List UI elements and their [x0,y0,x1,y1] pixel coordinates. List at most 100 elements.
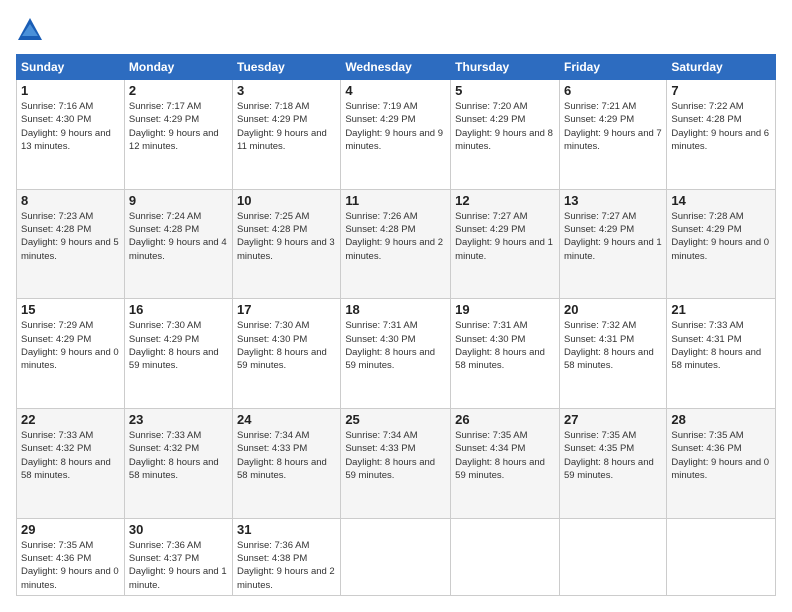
sunset-label: Sunset: 4:30 PM [237,334,307,345]
sunset-label: Sunset: 4:29 PM [455,114,525,125]
day-info: Sunrise: 7:30 AM Sunset: 4:29 PM Dayligh… [129,319,228,372]
week-row-3: 15 Sunrise: 7:29 AM Sunset: 4:29 PM Dayl… [17,299,776,409]
week-row-5: 29 Sunrise: 7:35 AM Sunset: 4:36 PM Dayl… [17,518,776,595]
day-info: Sunrise: 7:33 AM Sunset: 4:32 PM Dayligh… [21,429,120,482]
sunrise-label: Sunrise: 7:35 AM [564,430,636,441]
sunrise-label: Sunrise: 7:33 AM [671,320,743,331]
day-info: Sunrise: 7:23 AM Sunset: 4:28 PM Dayligh… [21,210,120,263]
day-info: Sunrise: 7:34 AM Sunset: 4:33 PM Dayligh… [345,429,446,482]
calendar-cell: 22 Sunrise: 7:33 AM Sunset: 4:32 PM Dayl… [17,409,125,519]
day-info: Sunrise: 7:35 AM Sunset: 4:34 PM Dayligh… [455,429,555,482]
day-number: 31 [237,522,336,537]
day-number: 14 [671,193,771,208]
day-info: Sunrise: 7:35 AM Sunset: 4:35 PM Dayligh… [564,429,662,482]
day-info: Sunrise: 7:27 AM Sunset: 4:29 PM Dayligh… [455,210,555,263]
day-number: 5 [455,83,555,98]
calendar-cell: 5 Sunrise: 7:20 AM Sunset: 4:29 PM Dayli… [451,80,560,190]
day-number: 10 [237,193,336,208]
sunset-label: Sunset: 4:29 PM [671,224,741,235]
sunset-label: Sunset: 4:29 PM [129,334,199,345]
day-info: Sunrise: 7:34 AM Sunset: 4:33 PM Dayligh… [237,429,336,482]
daylight-label: Daylight: 8 hours and 58 minutes. [671,347,761,371]
week-row-2: 8 Sunrise: 7:23 AM Sunset: 4:28 PM Dayli… [17,189,776,299]
daylight-label: Daylight: 9 hours and 0 minutes. [21,347,119,371]
sunrise-label: Sunrise: 7:27 AM [455,211,527,222]
daylight-label: Daylight: 9 hours and 1 minute. [129,566,227,590]
sunset-label: Sunset: 4:29 PM [345,114,415,125]
calendar-cell: 1 Sunrise: 7:16 AM Sunset: 4:30 PM Dayli… [17,80,125,190]
day-info: Sunrise: 7:22 AM Sunset: 4:28 PM Dayligh… [671,100,771,153]
day-info: Sunrise: 7:27 AM Sunset: 4:29 PM Dayligh… [564,210,662,263]
daylight-label: Daylight: 8 hours and 58 minutes. [21,457,111,481]
daylight-label: Daylight: 9 hours and 4 minutes. [129,237,227,261]
col-wednesday: Wednesday [341,55,451,80]
day-info: Sunrise: 7:19 AM Sunset: 4:29 PM Dayligh… [345,100,446,153]
logo-icon [16,16,44,44]
sunset-label: Sunset: 4:34 PM [455,443,525,454]
sunrise-label: Sunrise: 7:20 AM [455,101,527,112]
sunrise-label: Sunrise: 7:17 AM [129,101,201,112]
day-number: 28 [671,412,771,427]
sunset-label: Sunset: 4:31 PM [564,334,634,345]
day-number: 27 [564,412,662,427]
daylight-label: Daylight: 9 hours and 1 minute. [455,237,553,261]
calendar-cell: 31 Sunrise: 7:36 AM Sunset: 4:38 PM Dayl… [233,518,341,595]
sunset-label: Sunset: 4:28 PM [129,224,199,235]
day-number: 15 [21,302,120,317]
calendar-cell: 18 Sunrise: 7:31 AM Sunset: 4:30 PM Dayl… [341,299,451,409]
daylight-label: Daylight: 9 hours and 7 minutes. [564,128,662,152]
calendar-cell: 7 Sunrise: 7:22 AM Sunset: 4:28 PM Dayli… [667,80,776,190]
day-number: 16 [129,302,228,317]
calendar-cell: 17 Sunrise: 7:30 AM Sunset: 4:30 PM Dayl… [233,299,341,409]
sunrise-label: Sunrise: 7:35 AM [671,430,743,441]
sunset-label: Sunset: 4:29 PM [564,224,634,235]
sunrise-label: Sunrise: 7:33 AM [129,430,201,441]
calendar-cell: 13 Sunrise: 7:27 AM Sunset: 4:29 PM Dayl… [559,189,666,299]
calendar-cell: 19 Sunrise: 7:31 AM Sunset: 4:30 PM Dayl… [451,299,560,409]
day-info: Sunrise: 7:25 AM Sunset: 4:28 PM Dayligh… [237,210,336,263]
sunset-label: Sunset: 4:29 PM [129,114,199,125]
day-number: 22 [21,412,120,427]
header [16,16,776,44]
day-info: Sunrise: 7:30 AM Sunset: 4:30 PM Dayligh… [237,319,336,372]
calendar-cell: 4 Sunrise: 7:19 AM Sunset: 4:29 PM Dayli… [341,80,451,190]
sunset-label: Sunset: 4:28 PM [237,224,307,235]
day-number: 7 [671,83,771,98]
daylight-label: Daylight: 9 hours and 12 minutes. [129,128,219,152]
calendar-cell: 30 Sunrise: 7:36 AM Sunset: 4:37 PM Dayl… [124,518,232,595]
sunrise-label: Sunrise: 7:21 AM [564,101,636,112]
day-info: Sunrise: 7:18 AM Sunset: 4:29 PM Dayligh… [237,100,336,153]
day-info: Sunrise: 7:35 AM Sunset: 4:36 PM Dayligh… [671,429,771,482]
day-number: 20 [564,302,662,317]
calendar-cell: 16 Sunrise: 7:30 AM Sunset: 4:29 PM Dayl… [124,299,232,409]
calendar-cell: 28 Sunrise: 7:35 AM Sunset: 4:36 PM Dayl… [667,409,776,519]
day-number: 23 [129,412,228,427]
day-info: Sunrise: 7:28 AM Sunset: 4:29 PM Dayligh… [671,210,771,263]
day-number: 18 [345,302,446,317]
week-row-4: 22 Sunrise: 7:33 AM Sunset: 4:32 PM Dayl… [17,409,776,519]
day-number: 8 [21,193,120,208]
calendar-cell: 6 Sunrise: 7:21 AM Sunset: 4:29 PM Dayli… [559,80,666,190]
sunrise-label: Sunrise: 7:35 AM [21,540,93,551]
day-number: 13 [564,193,662,208]
daylight-label: Daylight: 9 hours and 9 minutes. [345,128,443,152]
sunrise-label: Sunrise: 7:35 AM [455,430,527,441]
sunset-label: Sunset: 4:32 PM [21,443,91,454]
sunrise-label: Sunrise: 7:31 AM [345,320,417,331]
sunrise-label: Sunrise: 7:30 AM [129,320,201,331]
calendar-table: Sunday Monday Tuesday Wednesday Thursday… [16,54,776,596]
daylight-label: Daylight: 8 hours and 59 minutes. [345,347,435,371]
sunset-label: Sunset: 4:33 PM [345,443,415,454]
day-number: 21 [671,302,771,317]
col-saturday: Saturday [667,55,776,80]
sunset-label: Sunset: 4:30 PM [21,114,91,125]
day-info: Sunrise: 7:26 AM Sunset: 4:28 PM Dayligh… [345,210,446,263]
sunrise-label: Sunrise: 7:18 AM [237,101,309,112]
daylight-label: Daylight: 9 hours and 0 minutes. [21,566,119,590]
sunset-label: Sunset: 4:29 PM [564,114,634,125]
day-info: Sunrise: 7:31 AM Sunset: 4:30 PM Dayligh… [455,319,555,372]
calendar-cell: 12 Sunrise: 7:27 AM Sunset: 4:29 PM Dayl… [451,189,560,299]
calendar-cell: 26 Sunrise: 7:35 AM Sunset: 4:34 PM Dayl… [451,409,560,519]
daylight-label: Daylight: 9 hours and 13 minutes. [21,128,111,152]
sunrise-label: Sunrise: 7:36 AM [129,540,201,551]
